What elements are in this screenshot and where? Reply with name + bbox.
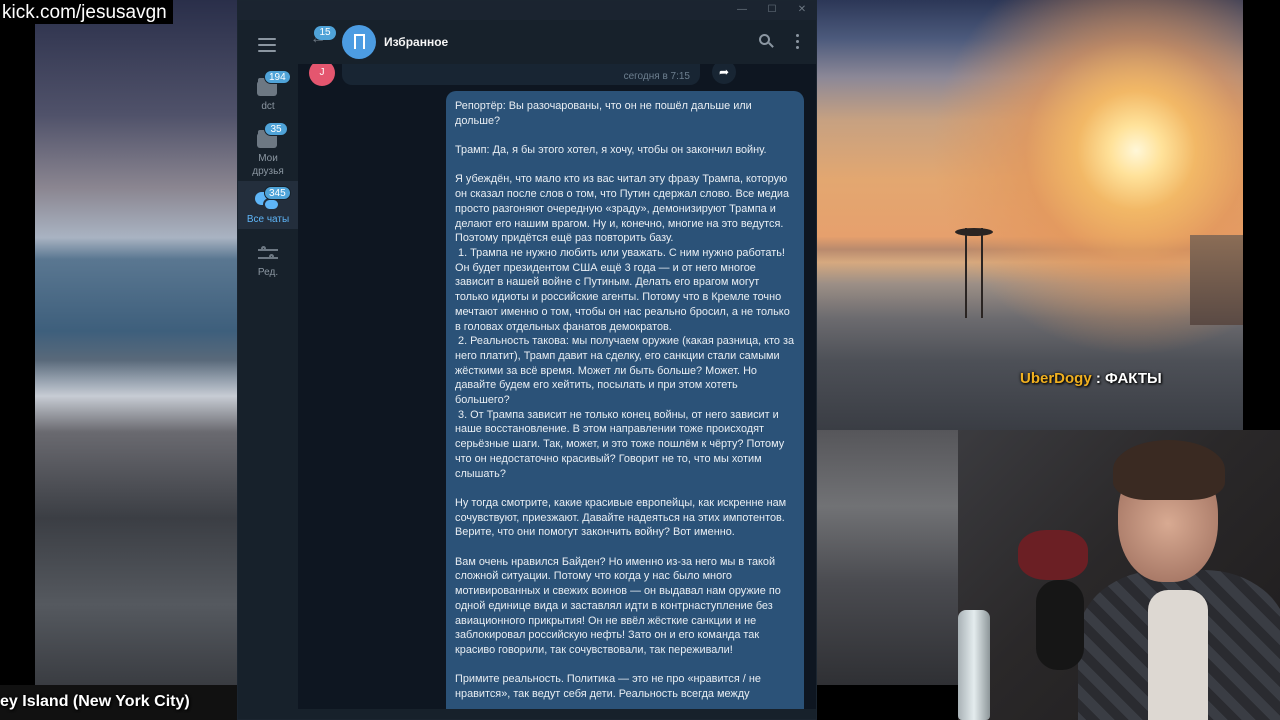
maximize-button[interactable]: ☐	[764, 3, 780, 17]
parachute-tower	[965, 228, 983, 318]
folder-label: Ред.	[257, 267, 279, 278]
chat-overlay: UberDogy : ФАКТЫ	[1020, 370, 1243, 394]
microphone	[1036, 580, 1084, 670]
chat-username: UberDogy	[1020, 370, 1092, 387]
bookmark-icon	[354, 34, 365, 50]
buildings	[1190, 235, 1243, 325]
previous-message-bubble[interactable]: сегодня в 7:15	[342, 64, 700, 85]
minimize-button[interactable]: —	[734, 3, 750, 17]
webcam-feed-background-lower	[816, 430, 958, 685]
folders-sidebar: 194 dct 35 Мои друзья 345 Все чаты Ред.	[238, 20, 298, 719]
message-bubble[interactable]: Репортёр: Вы разочарованы, что он не пош…	[446, 91, 804, 709]
streamer-shirt	[1148, 590, 1208, 720]
saved-messages-avatar	[342, 25, 376, 59]
channel-url: kick.com/jesusavgn	[0, 0, 173, 24]
webcam-feed-background-left	[35, 0, 237, 720]
black-margin-right	[1243, 0, 1280, 430]
message-paragraph: Примите реальность. Политика — это не пр…	[455, 673, 764, 701]
folder-label: Мои друзья	[252, 153, 284, 177]
chat-separator: :	[1091, 370, 1106, 387]
message-list[interactable]: J сегодня в 7:15 ➦ Репортёр: Вы разочаро…	[298, 64, 816, 709]
unread-badge: 194	[264, 70, 291, 84]
chat-header: ← 15 Избранное	[298, 20, 816, 64]
chat-message: ФАКТЫ	[1105, 370, 1162, 387]
folder-all-chats[interactable]: 345 Все чаты	[238, 181, 298, 229]
folder-label: dct	[261, 101, 275, 112]
black-margin-left	[0, 0, 35, 720]
message-composer[interactable]	[298, 709, 816, 719]
message-paragraph: Ну тогда смотрите, какие красивые европе…	[455, 496, 790, 539]
telegram-window: — ☐ ✕ 194 dct 35 Мои друзья 345 Все чаты…	[237, 0, 817, 720]
unread-badge: 35	[264, 122, 288, 136]
forward-icon[interactable]: ➦	[712, 64, 736, 84]
folder-edit[interactable]: Ред.	[238, 242, 298, 292]
streamer-hair	[1113, 440, 1225, 500]
message-paragraph: Я убеждён, что мало кто из вас читал эту…	[455, 173, 795, 480]
folder-dct[interactable]: 194 dct	[238, 70, 298, 126]
message-time: сегодня в 7:15	[623, 71, 690, 82]
search-icon[interactable]	[759, 34, 775, 50]
close-button[interactable]: ✕	[794, 3, 810, 17]
menu-icon[interactable]	[258, 38, 276, 52]
edit-folders-icon	[258, 246, 278, 262]
folder-my-friends[interactable]: 35 Мои друзья	[238, 122, 298, 178]
location-caption: ey Island (New York City)	[0, 693, 190, 710]
unread-badge: 15	[314, 26, 336, 40]
webcam-feed-background-right	[816, 0, 1243, 430]
folder-label: Все чаты	[246, 214, 290, 225]
background-object	[1018, 530, 1088, 580]
message-paragraph: Трамп: Да, я бы этого хотел, я хочу, что…	[455, 144, 767, 157]
more-options-icon[interactable]	[793, 34, 801, 50]
sender-avatar[interactable]: J	[309, 64, 335, 86]
water-bottle	[958, 610, 990, 720]
unread-badge: 345	[264, 186, 291, 200]
message-paragraph: Вам очень нравился Байден? Но именно из-…	[455, 555, 784, 656]
message-paragraph: Репортёр: Вы разочарованы, что он не пош…	[455, 100, 755, 127]
title-bar: — ☐ ✕	[238, 1, 816, 20]
chat-title[interactable]: Избранное	[384, 35, 448, 49]
streamer-webcam	[958, 430, 1280, 720]
